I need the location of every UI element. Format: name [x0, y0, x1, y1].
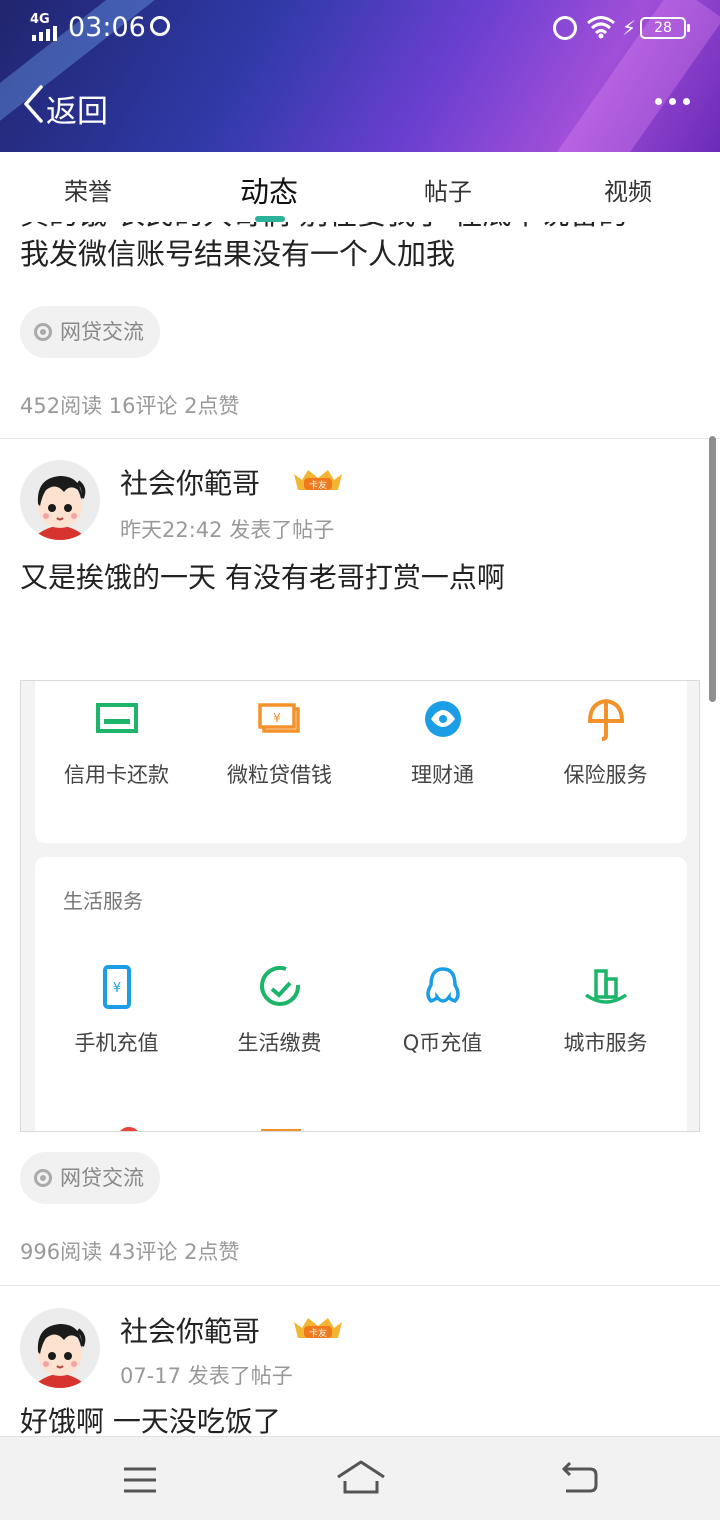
badge-label: 卡友: [309, 1327, 327, 1339]
insurance-umbrella-icon: [587, 698, 624, 741]
back-arrow-icon[interactable]: [22, 84, 44, 124]
battery-indicator: 28: [640, 17, 690, 39]
home-icon[interactable]: [336, 1459, 386, 1495]
divider: [0, 438, 720, 439]
topic-icon: [34, 1169, 52, 1187]
system-nav-bar: [0, 1436, 720, 1520]
life-services-card: 生活服务 ¥ 手机充值 生活缴费 Q币充值 城市服务: [35, 857, 687, 1131]
topic-tag[interactable]: 网贷交流: [20, 1152, 160, 1204]
tab-posts[interactable]: 帖子: [424, 172, 472, 207]
tab-bar: 荣誉 动态 帖子 视频: [0, 152, 720, 222]
grid-label: 信用卡还款: [64, 763, 169, 787]
menu-icon[interactable]: [122, 1465, 158, 1495]
alarm-icon: [553, 16, 577, 40]
badge-label: 卡友: [309, 479, 327, 491]
svg-text:¥: ¥: [112, 981, 120, 996]
avatar[interactable]: [20, 460, 100, 540]
username[interactable]: 社会你範哥: [120, 462, 260, 502]
svg-text:¥: ¥: [273, 711, 281, 725]
feed: 真的饿 农民的大哥们 别在要我了 在底下说留的 我发微信账号结果没有一个人加我 …: [0, 222, 720, 1436]
utility-payment-icon: [259, 966, 300, 1006]
topic-tag[interactable]: 网贷交流: [20, 306, 160, 358]
post-text[interactable]: 又是挨饿的一天 有没有老哥打赏一点啊: [20, 556, 505, 596]
grid-label: 保险服务: [563, 763, 648, 787]
divider: [0, 1285, 720, 1286]
signal-icon: [32, 26, 57, 41]
image-grid-item: 城市服务: [524, 963, 687, 1057]
grid-label: 微粒贷借钱: [227, 763, 332, 787]
status-time: 03:06: [68, 12, 146, 43]
post-text-line: 真的饿 农民的大哥们 别在要我了 在底下说留的: [20, 222, 700, 234]
more-options-icon[interactable]: [655, 98, 690, 105]
active-tab-indicator: [255, 216, 285, 222]
partial-icon: [261, 1129, 301, 1131]
crown-badge-icon: 卡友: [294, 470, 342, 491]
grid-label: 理财通: [411, 763, 474, 787]
post-text[interactable]: 好饿啊 一天没吃饭了: [20, 1400, 281, 1436]
grid-label: 生活缴费: [237, 1031, 322, 1055]
scrollbar[interactable]: [709, 436, 716, 702]
credit-card-icon: [95, 703, 138, 733]
topic-tag-label: 网贷交流: [60, 1166, 144, 1190]
post-text-line: 我发微信账号结果没有一个人加我: [20, 237, 456, 271]
status-bar: 4G 03:06 ⚡ 28: [0, 0, 720, 56]
screen: 4G 03:06 ⚡ 28 返回 荣誉 动态 帖子 视频 我发微信账号结果没有一…: [0, 0, 720, 1520]
post-stats: 452阅读 16评论 2点赞: [20, 394, 240, 418]
tab-honor[interactable]: 荣誉: [64, 172, 112, 207]
city-service-icon: [584, 969, 627, 1004]
grid-label: 城市服务: [563, 1031, 648, 1055]
image-grid-item: 理财通: [361, 695, 524, 789]
nav-bar: 返回: [0, 70, 720, 140]
network-type: 4G: [30, 12, 50, 27]
image-grid-item: Q币充值: [361, 963, 524, 1057]
loan-icon: ¥: [257, 703, 300, 733]
avatar-cartoon-icon: [20, 460, 100, 540]
image-grid-item: ¥ 手机充值: [35, 963, 198, 1057]
image-grid-item: ¥ 微粒贷借钱: [198, 695, 361, 789]
post-image[interactable]: 信用卡还款 ¥ 微粒贷借钱 理财通 保险服务 生活服务 ¥ 手机充值 生活缴费 …: [20, 680, 700, 1132]
grid-label: 手机充值: [74, 1031, 159, 1055]
tab-videos[interactable]: 视频: [604, 172, 652, 207]
image-grid-item: 信用卡还款: [35, 695, 198, 789]
section-title: 生活服务: [63, 889, 143, 913]
post-stats: 996阅读 43评论 2点赞: [20, 1240, 240, 1264]
wealth-icon: [424, 701, 461, 737]
post-time: 昨天22:42 发表了帖子: [120, 518, 335, 542]
avatar-cartoon-icon: [20, 1308, 100, 1388]
wifi-icon: [587, 16, 615, 39]
crown-badge-icon: 卡友: [294, 1318, 342, 1339]
back-nav-icon[interactable]: [560, 1461, 600, 1495]
phone-recharge-icon: ¥: [102, 965, 131, 1009]
tab-activity[interactable]: 动态: [240, 169, 298, 211]
image-service-card: 信用卡还款 ¥ 微粒贷借钱 理财通 保险服务: [35, 681, 687, 843]
image-grid-item: 生活缴费: [198, 963, 361, 1057]
image-grid-item: 保险服务: [524, 695, 687, 789]
qq-coin-icon: [425, 967, 460, 1004]
partial-icon: [117, 1127, 141, 1131]
avatar[interactable]: [20, 1308, 100, 1388]
header: 4G 03:06 ⚡ 28 返回: [0, 0, 720, 152]
sync-icon: [150, 16, 170, 36]
post-text[interactable]: 真的饿 农民的大哥们 别在要我了 在底下说留的 我发微信账号结果没有一个人加我: [20, 222, 700, 274]
topic-icon: [34, 323, 52, 341]
username[interactable]: 社会你範哥: [120, 1310, 260, 1350]
charging-icon: ⚡: [622, 16, 637, 40]
topic-tag-label: 网贷交流: [60, 320, 144, 344]
back-button[interactable]: 返回: [46, 86, 108, 131]
grid-label: Q币充值: [402, 1031, 483, 1055]
post-time: 07-17 发表了帖子: [120, 1364, 293, 1388]
